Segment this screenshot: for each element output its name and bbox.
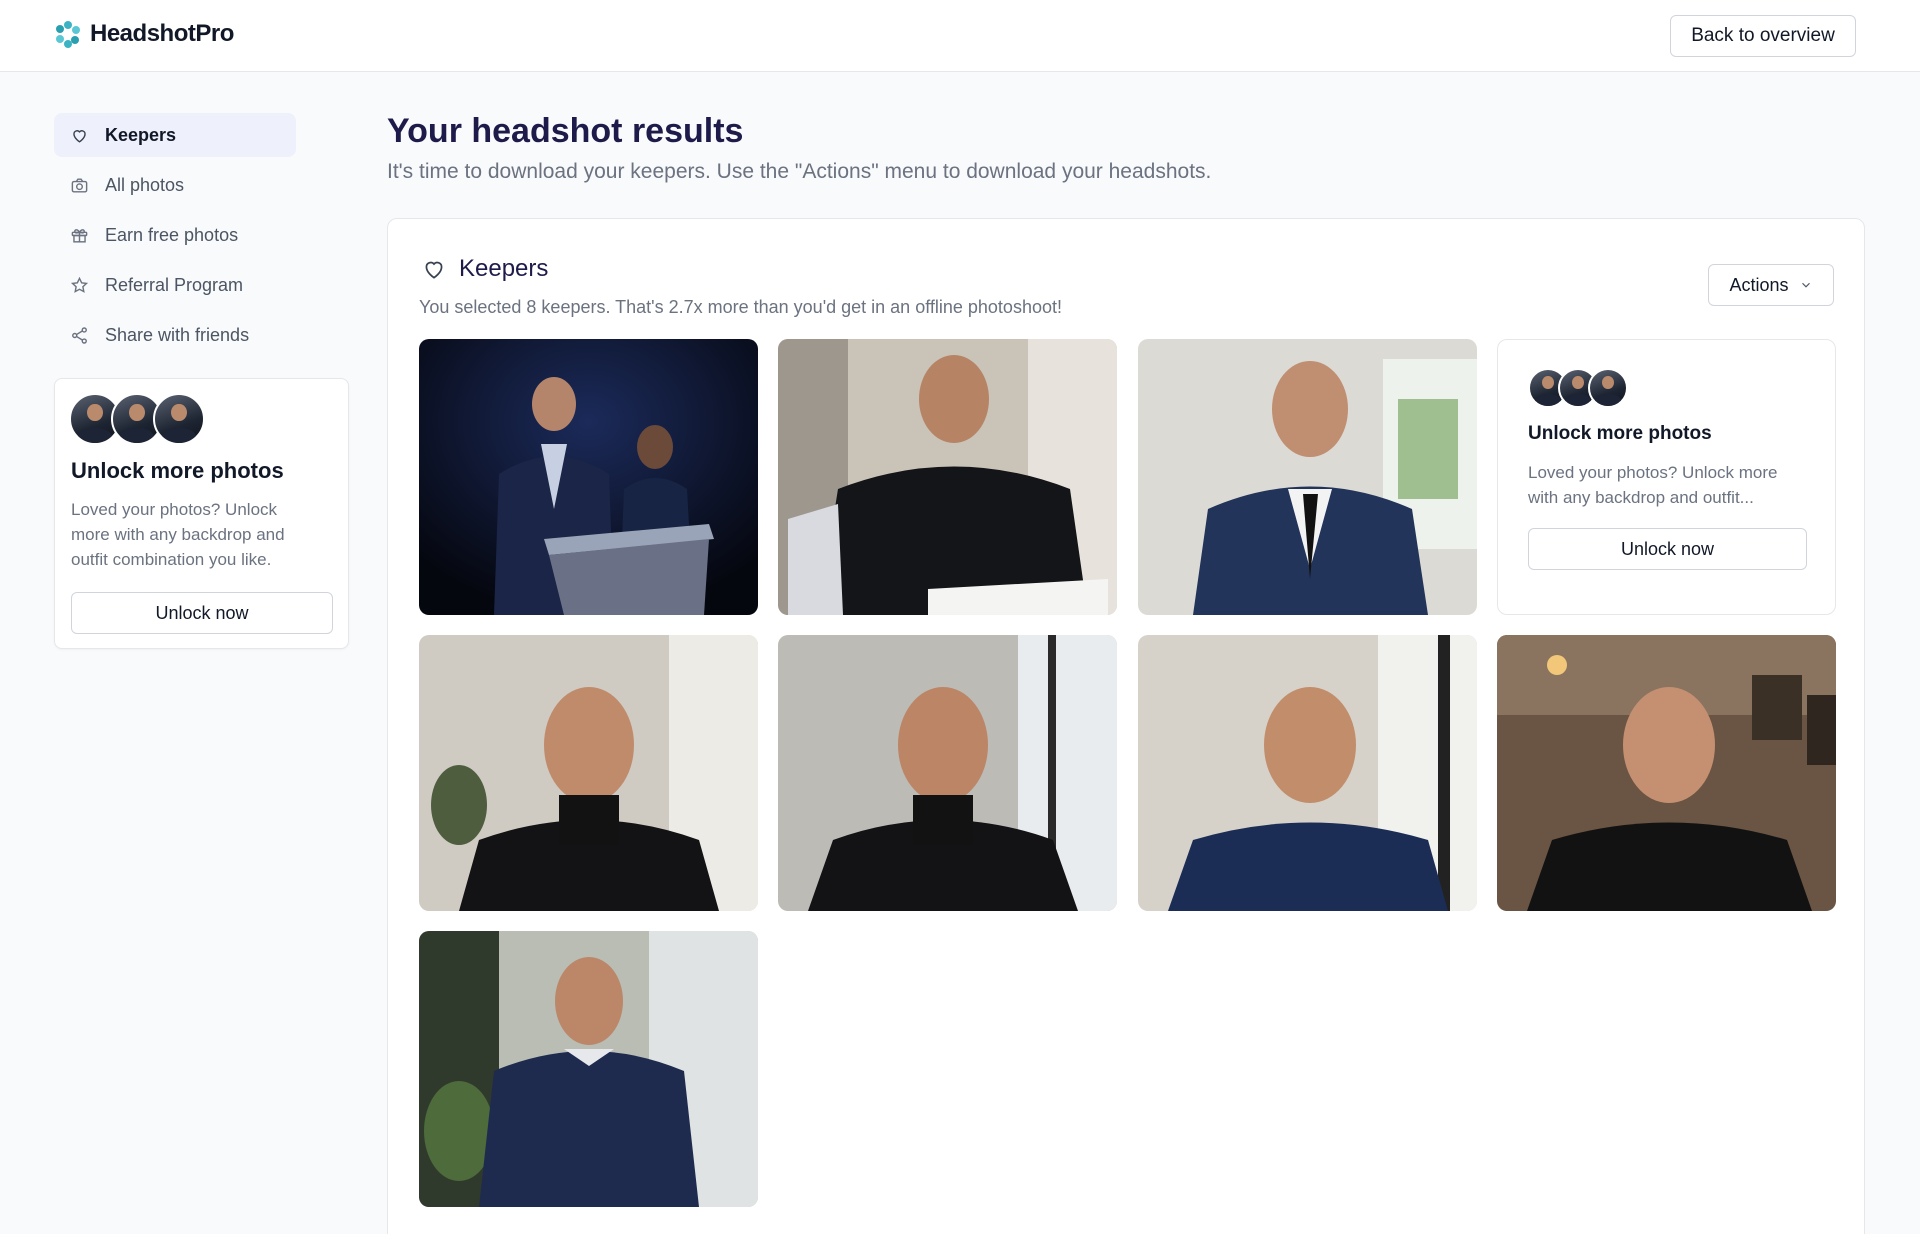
star-icon [70, 276, 89, 293]
panel-header: Keepers [421, 255, 548, 283]
share-icon [72, 326, 87, 344]
sidebar-item-earn-free-photos[interactable]: Earn free photos [54, 213, 296, 257]
photo-tile[interactable] [1497, 635, 1836, 911]
brand-name: HeadshotPro [90, 20, 234, 47]
gift-icon [71, 228, 88, 243]
back-to-overview-button[interactable]: Back to overview [1670, 15, 1856, 57]
photo-tile[interactable] [778, 339, 1117, 615]
avatar [1588, 368, 1628, 408]
headshot-photo [1138, 635, 1477, 911]
camera-icon [71, 177, 88, 193]
headshot-photo [419, 339, 758, 615]
logo[interactable]: HeadshotPro [54, 20, 234, 48]
promo-text-line: more with any backdrop and [71, 525, 285, 544]
actions-label: Actions [1729, 274, 1789, 295]
photo-tile[interactable] [1138, 635, 1477, 911]
headshot-photo [419, 635, 758, 911]
sidebar-item-share-with-friends[interactable]: Share with friends [54, 313, 296, 357]
top-bar: HeadshotPro Back to overview [0, 0, 1920, 72]
headshot-photo [1497, 635, 1836, 911]
panel-title: Keepers [459, 255, 549, 282]
promo-title: Unlock more photos [71, 458, 284, 483]
headshot-photo [778, 635, 1117, 911]
sidebar-item-label: All photos [105, 174, 185, 195]
photo-tile[interactable] [419, 931, 758, 1207]
sidebar-item-label: Earn free photos [105, 224, 239, 245]
promo-text-line: Loved your photos? Unlock more [1528, 463, 1778, 482]
photo-tile[interactable] [778, 635, 1117, 911]
sidebar-item-label: Referral Program [105, 274, 244, 295]
promo-text-line: Loved your photos? Unlock [71, 500, 278, 519]
unlock-promo-card: Unlock more photos Loved your photos? Un… [54, 378, 349, 649]
unlock-now-button[interactable]: Unlock now [1528, 528, 1807, 570]
page-subtitle: It's time to download your keepers. Use … [387, 160, 1212, 183]
photo-tile[interactable] [1138, 339, 1477, 615]
logo-icon [56, 21, 80, 48]
sidebar-item-all-photos[interactable]: All photos [54, 163, 296, 207]
page-title: Your headshot results [387, 112, 744, 150]
promo-title: Unlock more photos [1528, 423, 1712, 444]
heart-icon [425, 261, 443, 279]
promo-text-line: outfit combination you like. [71, 550, 272, 569]
unlock-promo-tile: Unlock more photos Loved your photos? Un… [1497, 339, 1836, 615]
promo-text-line: with any backdrop and outfit... [1528, 488, 1754, 507]
sidebar-item-referral-program[interactable]: Referral Program [54, 263, 296, 307]
photo-tile[interactable] [419, 339, 758, 615]
avatar-group [1528, 368, 1628, 408]
sidebar-item-label: Share with friends [105, 324, 250, 345]
headshot-photo [1138, 339, 1477, 615]
chevron-down-icon [1801, 282, 1810, 288]
heart-icon [73, 129, 86, 143]
promo-text: Loved your photos? Unlock more with any … [71, 497, 285, 572]
headshot-photo [778, 339, 1117, 615]
actions-dropdown[interactable]: Actions [1708, 264, 1834, 306]
headshot-photo [419, 931, 758, 1207]
sidebar-item-keepers[interactable]: Keepers [54, 113, 296, 157]
unlock-now-button[interactable]: Unlock now [71, 592, 333, 634]
keepers-summary: You selected 8 keepers. That's 2.7x more… [419, 297, 1062, 317]
avatar [153, 393, 205, 445]
sidebar-item-label: Keepers [105, 124, 177, 145]
sidebar-nav: Keepers All photos Earn free photos Refe… [54, 113, 296, 363]
avatar-group [69, 393, 205, 445]
photo-tile[interactable] [419, 635, 758, 911]
promo-text: Loved your photos? Unlock more with any … [1528, 460, 1777, 510]
keepers-panel: Keepers You selected 8 keepers. That's 2… [387, 218, 1865, 1234]
